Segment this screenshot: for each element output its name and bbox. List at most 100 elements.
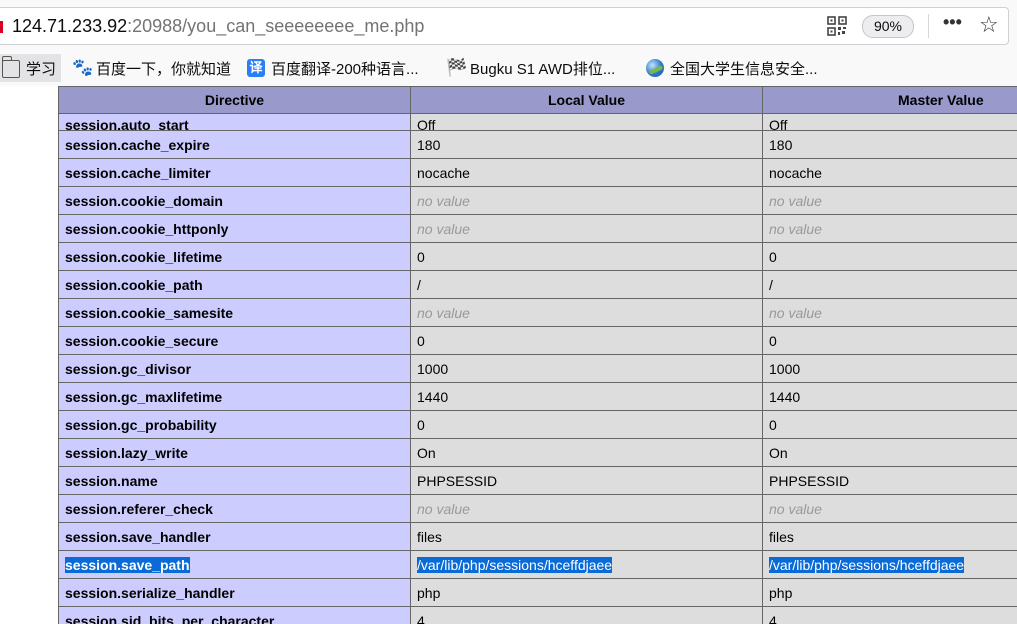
- table-row: session.cookie_path / /: [58, 270, 1017, 299]
- local-value-cell: no value: [410, 186, 763, 215]
- bookmark-folder-study[interactable]: 学习: [0, 54, 62, 82]
- url-text[interactable]: 124.71.233.92:20988/you_can_seeeeeeee_me…: [12, 16, 424, 37]
- table-row: session.serialize_handler php php: [58, 578, 1017, 607]
- directive-cell: session.cookie_domain: [58, 186, 411, 215]
- table-row: session.lazy_write On On: [58, 438, 1017, 467]
- directive-cell: session.serialize_handler: [58, 578, 411, 607]
- browser-toolbar: 124.71.233.92:20988/you_can_seeeeeeee_me…: [0, 0, 1017, 50]
- page-content: Directive Local Value Master Value sessi…: [0, 86, 1017, 624]
- local-value-cell: Off: [410, 113, 763, 131]
- master-value: no value: [769, 192, 822, 209]
- master-value: no value: [769, 304, 822, 321]
- bookmark-label: 全国大学生信息安全...: [670, 60, 818, 78]
- local-value-cell: no value: [410, 214, 763, 243]
- local-value: no value: [417, 220, 470, 237]
- local-value: /var/lib/php/sessions/hceffdjaee: [417, 556, 613, 573]
- qr-code-icon[interactable]: [827, 16, 847, 36]
- directive-cell: session.referer_check: [58, 494, 411, 523]
- table-row: session.gc_divisor 1000 1000: [58, 354, 1017, 383]
- master-value-cell: 1440: [762, 382, 1017, 411]
- local-value-cell: no value: [410, 494, 763, 523]
- directive-cell: session.cookie_secure: [58, 326, 411, 355]
- directive-cell: session.cookie_path: [58, 270, 411, 299]
- local-value: On: [417, 444, 436, 461]
- master-value: php: [769, 584, 793, 601]
- directive-name: session.serialize_handler: [65, 584, 235, 601]
- bookmark-baidu-translate[interactable]: 译 百度翻译-200种语言...: [247, 58, 419, 78]
- master-value-cell: 0: [762, 242, 1017, 271]
- bookmark-baidu[interactable]: 🐾 百度一下，你就知道: [72, 58, 231, 78]
- directive-cell: session.auto_start: [58, 113, 411, 131]
- local-value: nocache: [417, 164, 470, 181]
- master-value-cell: 0: [762, 410, 1017, 439]
- local-value: 0: [417, 416, 425, 433]
- table-row: session.cache_expire 180 180: [58, 130, 1017, 159]
- bookmark-ciscn[interactable]: 全国大学生信息安全...: [646, 58, 818, 78]
- directive-cell: session.cookie_samesite: [58, 298, 411, 327]
- local-value: PHPSESSID: [417, 472, 498, 489]
- local-value-cell: On: [410, 438, 763, 467]
- bookmark-label: 百度一下，你就知道: [96, 60, 232, 78]
- table-row: session.referer_check no value no value: [58, 494, 1017, 523]
- master-value-cell: nocache: [762, 158, 1017, 187]
- master-value: On: [769, 444, 788, 461]
- master-value-cell: 0: [762, 326, 1017, 355]
- insecure-indicator: [0, 21, 3, 33]
- directive-cell: session.gc_probability: [58, 410, 411, 439]
- bookmark-label: 学习: [26, 60, 57, 78]
- master-value-cell: no value: [762, 186, 1017, 215]
- table-row: session.auto_start Off Off: [58, 113, 1017, 131]
- local-value: php: [417, 584, 441, 601]
- directive-name: session.name: [65, 472, 158, 489]
- url-field[interactable]: 124.71.233.92:20988/you_can_seeeeeeee_me…: [0, 7, 1009, 45]
- local-value-cell: /var/lib/php/sessions/hceffdjaee: [410, 550, 763, 579]
- table-row: session.cookie_secure 0 0: [58, 326, 1017, 355]
- master-value: /: [769, 276, 773, 293]
- local-value-cell: nocache: [410, 158, 763, 187]
- master-value: files: [769, 528, 794, 545]
- master-value-cell: php: [762, 578, 1017, 607]
- column-header-master-value: Master Value: [762, 86, 1017, 114]
- translate-icon: 译: [247, 59, 265, 77]
- master-value: PHPSESSID: [769, 472, 850, 489]
- local-value: no value: [417, 192, 470, 209]
- star-icon[interactable]: ☆: [979, 12, 999, 38]
- local-value-cell: /: [410, 270, 763, 299]
- local-value-cell: 0: [410, 242, 763, 271]
- table-row: session.cache_limiter nocache nocache: [58, 158, 1017, 187]
- local-value: 1440: [417, 388, 449, 405]
- directive-name: session.gc_maxlifetime: [65, 388, 223, 405]
- directive-name: session.sid_bits_per_character: [65, 612, 275, 624]
- local-value: 180: [417, 136, 441, 153]
- master-value-cell: no value: [762, 214, 1017, 243]
- master-value: no value: [769, 500, 822, 517]
- page-actions-menu-icon[interactable]: •••: [943, 12, 962, 33]
- table-row: session.name PHPSESSID PHPSESSID: [58, 466, 1017, 495]
- table-row: session.save_path/var/lib/php/sessions/h…: [58, 550, 1017, 579]
- local-value-cell: 1440: [410, 382, 763, 411]
- master-value: 0: [769, 416, 777, 433]
- bookmark-bugku[interactable]: 🏁 Bugku S1 AWD排位...: [446, 58, 615, 78]
- table-row: session.gc_maxlifetime 1440 1440: [58, 382, 1017, 411]
- local-value-cell: 180: [410, 130, 763, 159]
- master-value: Off: [769, 117, 788, 131]
- directive-cell: session.cache_expire: [58, 130, 411, 159]
- local-value-cell: 4: [410, 606, 763, 624]
- local-value: 0: [417, 248, 425, 265]
- local-value-cell: 1000: [410, 354, 763, 383]
- master-value: 1440: [769, 388, 801, 405]
- table-row: session.sid_bits_per_character 4 4: [58, 606, 1017, 624]
- directive-name: session.save_handler: [65, 528, 211, 545]
- local-value: /: [417, 276, 421, 293]
- directive-name: session.cache_limiter: [65, 164, 211, 181]
- master-value-cell: On: [762, 438, 1017, 467]
- directive-cell: session.lazy_write: [58, 438, 411, 467]
- zoom-indicator[interactable]: 90%: [862, 15, 914, 38]
- bookmark-label: 百度翻译-200种语言...: [271, 60, 419, 78]
- master-value: nocache: [769, 164, 822, 181]
- directive-name: session.save_path: [65, 556, 190, 573]
- local-value: no value: [417, 304, 470, 321]
- bookmark-label: Bugku S1 AWD排位...: [470, 60, 616, 78]
- directive-name: session.lazy_write: [65, 444, 188, 461]
- column-header-local-value: Local Value: [410, 86, 763, 114]
